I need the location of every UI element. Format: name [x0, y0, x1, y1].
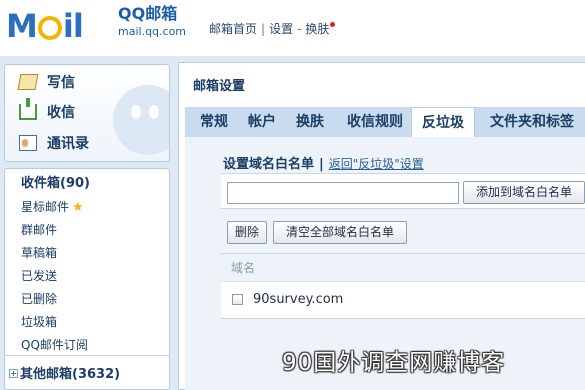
- contacts-label: 通讯录: [47, 136, 89, 152]
- settings-tabs: 常规 帐户 换肤 收信规则 反垃圾 文件夹和标签: [185, 107, 585, 138]
- top-nav: 邮箱首页 | 设置 - 换肤: [209, 20, 336, 37]
- folder-starred[interactable]: 星标邮件 ★: [21, 197, 84, 217]
- page-title: 邮箱设置: [193, 79, 246, 94]
- brand: QQ邮箱 mail.qq.com: [118, 6, 186, 40]
- notification-dot: [330, 22, 336, 27]
- folder-other-label: 其他邮箱(3632): [20, 367, 121, 382]
- tab-folders-labels[interactable]: 文件夹和标签: [479, 107, 585, 137]
- title-separator: |: [319, 157, 324, 172]
- contact-card-icon: [19, 135, 37, 151]
- table-row: 90survey.com: [221, 281, 585, 319]
- nav-separator: |: [261, 22, 266, 36]
- nav-home-link[interactable]: 邮箱首页: [209, 22, 257, 36]
- receive-button[interactable]: 收信: [19, 98, 75, 125]
- tab-skin[interactable]: 换肤: [289, 107, 331, 137]
- nav-settings-link[interactable]: 设置: [269, 22, 293, 36]
- receive-label: 收信: [47, 105, 75, 121]
- folder-starred-label: 星标邮件: [21, 200, 70, 214]
- star-icon: ★: [72, 200, 84, 215]
- folder-spam[interactable]: 垃圾箱: [21, 312, 57, 332]
- contacts-button[interactable]: 通讯录: [19, 132, 89, 156]
- folder-other-mailboxes[interactable]: + 其他邮箱(3632): [9, 365, 120, 385]
- brand-domain: mail.qq.com: [118, 25, 187, 38]
- tab-receive-rules[interactable]: 收信规则: [337, 107, 413, 137]
- delete-button[interactable]: 删除: [227, 221, 267, 244]
- clear-all-whitelist-button[interactable]: 清空全部域名白名单: [273, 221, 407, 244]
- write-button[interactable]: 写信: [17, 71, 75, 95]
- section-title: 设置域名白名单: [223, 157, 315, 172]
- left-sidebar: 写信 收信 通讯录 收件箱(90) 星标邮件 ★ 群邮件 草稿箱 已发送 已删除 …: [0, 60, 173, 390]
- pencil-icon: [17, 74, 39, 90]
- folder-drafts[interactable]: 草稿箱: [21, 243, 57, 263]
- qq-penguin-watermark: [113, 85, 169, 155]
- top-header: Mil QQ邮箱 mail.qq.com 邮箱首页 | 设置 - 换肤: [0, 0, 585, 56]
- section-header: 设置域名白名单 | 返回"反垃圾"设置: [223, 153, 424, 172]
- list-header-domain: 域名: [221, 253, 585, 281]
- add-domain-row: 添加到域名白名单: [221, 173, 585, 209]
- nav-skin-link[interactable]: 换肤: [305, 22, 329, 36]
- folder-inbox[interactable]: 收件箱(90): [21, 174, 90, 194]
- expand-plus-icon[interactable]: +: [9, 369, 18, 378]
- list-actions: 删除 清空全部域名白名单: [221, 209, 585, 253]
- tab-account[interactable]: 帐户: [241, 107, 283, 137]
- folder-subscriptions[interactable]: QQ邮件订阅: [21, 335, 88, 355]
- folder-sent[interactable]: 已发送: [21, 266, 57, 286]
- folder-list: 收件箱(90) 星标邮件 ★ 群邮件 草稿箱 已发送 已删除 垃圾箱 QQ邮件订阅…: [4, 168, 170, 390]
- write-label: 写信: [47, 75, 75, 91]
- settings-panel: 邮箱设置 常规 帐户 换肤 收信规则 反垃圾 文件夹和标签 设置域名白名单 | 返回…: [178, 62, 585, 390]
- brand-name: QQ邮箱: [118, 4, 178, 23]
- folder-deleted[interactable]: 已删除: [21, 289, 57, 309]
- domain-input[interactable]: [227, 182, 459, 204]
- back-to-antispam-link[interactable]: 返回"反垃圾"设置: [329, 157, 424, 171]
- folder-group[interactable]: 群邮件: [21, 220, 57, 240]
- add-to-whitelist-button[interactable]: 添加到域名白名单: [463, 181, 585, 204]
- tab-general[interactable]: 常规: [193, 107, 235, 137]
- tab-antispam[interactable]: 反垃圾: [411, 107, 475, 138]
- row-checkbox[interactable]: [232, 294, 243, 305]
- row-domain: 90survey.com: [253, 292, 344, 307]
- folder-divider: [5, 355, 169, 356]
- mail-logo[interactable]: Mil: [6, 6, 84, 46]
- watermark-text: 90国外调查网赚博客: [282, 350, 506, 376]
- inbox-download-icon: [19, 98, 37, 120]
- nav-separator: -: [297, 22, 302, 36]
- quick-actions: 写信 收信 通讯录: [4, 64, 170, 162]
